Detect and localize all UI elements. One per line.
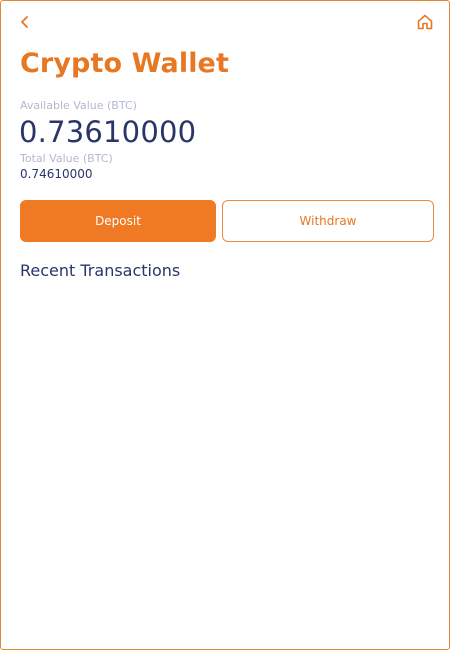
available-value-label: Available Value (BTC) bbox=[20, 99, 137, 112]
recent-transactions-title: Recent Transactions bbox=[20, 261, 181, 280]
withdraw-button[interactable]: Withdraw bbox=[222, 200, 434, 242]
transactions-list bbox=[20, 291, 432, 631]
page-title: Crypto Wallet bbox=[20, 48, 229, 79]
withdraw-button-label: Withdraw bbox=[299, 214, 357, 228]
chevron-left-icon bbox=[21, 16, 28, 28]
deposit-button[interactable]: Deposit bbox=[20, 200, 216, 242]
home-button[interactable] bbox=[413, 10, 437, 34]
available-value-amount: 0.73610000 bbox=[19, 115, 197, 149]
total-value-label: Total Value (BTC) bbox=[20, 152, 113, 165]
app-screen: Crypto Wallet Available Value (BTC) 0.73… bbox=[0, 0, 450, 650]
total-value-amount: 0.74610000 bbox=[20, 167, 93, 181]
deposit-button-label: Deposit bbox=[95, 214, 141, 228]
back-button[interactable] bbox=[13, 10, 37, 34]
home-icon bbox=[417, 14, 433, 30]
